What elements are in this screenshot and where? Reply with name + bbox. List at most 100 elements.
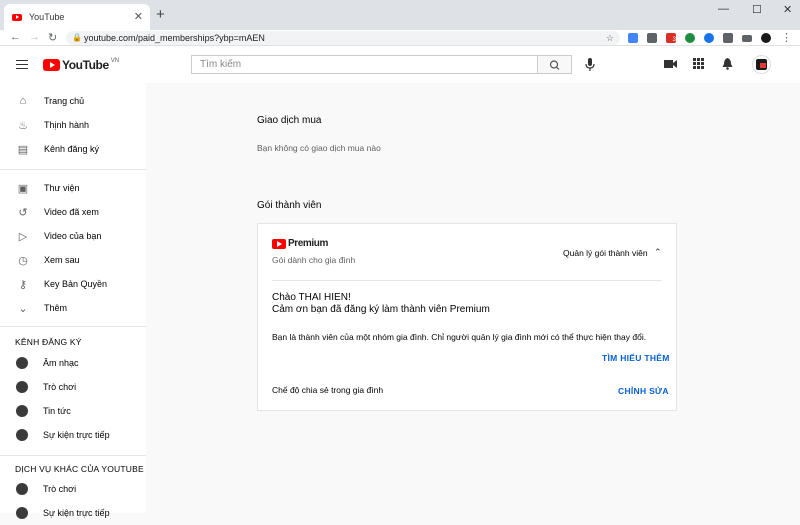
live-channel-icon [16,429,28,441]
sidebar-divider [0,326,146,327]
sidebar-item-your-videos[interactable]: ▷ Video của bạn [0,224,146,248]
youtube-play-icon [272,238,286,249]
greeting-text: Chào THAI HIEN! [272,292,351,303]
sidebar-item-trending[interactable]: ♨ Thịnh hành [0,113,146,137]
home-icon: ⌂ [19,95,27,107]
tab-title: YouTube [29,12,65,22]
sidebar-item-label: Âm nhạc [43,358,79,368]
back-icon[interactable]: ← [10,31,21,43]
playlist-icon[interactable] [742,35,752,42]
sidebar-item-label: Sự kiện trực tiếp [43,430,110,440]
chevron-up-icon[interactable]: ⌃ [654,247,662,258]
purchases-title: Giao dịch mua [257,115,322,126]
sidebar-item-gaming[interactable]: Trò chơi [0,375,146,399]
lock-icon: 🔒 [72,33,82,42]
translate-extension-icon[interactable] [628,33,638,43]
sidebar-item-music[interactable]: Âm nhạc [0,351,146,375]
forward-icon[interactable]: → [29,31,40,43]
history-icon: ↺ [18,206,28,219]
sidebar-item-label: Thịnh hành [44,120,90,130]
sidebar-item-label: Video đã xem [44,207,99,217]
sidebar-item-news[interactable]: Tin tức [0,399,146,423]
browser-menu-icon[interactable]: ⋮ [781,31,792,44]
sidebar-item-label: Key Bản Quyền [44,279,108,289]
sidebar-item-label: Kênh đăng ký [44,144,100,154]
gaming-service-icon [16,483,28,495]
premium-logo: Premium [272,238,328,249]
music-channel-icon [16,357,28,369]
sidebar-item-label: Sự kiện trực tiếp [43,508,110,518]
sidebar-item-label: Thư viện [44,183,80,193]
sidebar-item-live[interactable]: Sự kiện trực tiếp [0,423,146,447]
bookmark-star-icon[interactable]: ☆ [606,31,614,45]
vpn-extension-icon[interactable] [704,33,714,43]
family-sharing-label: Chế độ chia sẻ trong gia đình [272,385,384,395]
sidebar-item-label: Tin tức [43,406,71,416]
sidebar-item-label: Thêm [44,303,68,313]
microphone-icon[interactable] [585,58,595,71]
clock-icon: ◷ [18,254,28,267]
url-text: youtube.com/paid_memberships?ybp=mAEN [84,33,265,43]
subscriptions-icon: ▤ [17,143,29,156]
family-notice-text: Bạn là thành viên của một nhóm gia đình.… [272,332,647,342]
reload-icon[interactable]: ↻ [48,31,57,44]
sidebar-divider [0,169,146,170]
premium-logo-word: Premium [288,238,328,249]
create-video-icon[interactable] [664,58,677,70]
sidebar-item-live-service[interactable]: Sự kiện trực tiếp [0,501,146,525]
card-divider [272,280,662,281]
window-close-icon[interactable]: ✕ [783,3,792,16]
gaming-channel-icon [16,381,28,393]
your-videos-icon: ▷ [18,230,28,243]
edit-button[interactable]: CHỈNH SỬA [618,386,669,396]
thanks-text: Cảm ơn bạn đã đăng ký làm thành viên Pre… [272,304,490,315]
search-button[interactable] [538,55,572,74]
library-icon: ▣ [17,182,29,195]
chevron-down-icon: ⌄ [18,302,28,315]
notifications-bell-icon[interactable] [722,58,733,70]
sidebar-divider [0,455,146,456]
subscriptions-heading: KÊNH ĐĂNG KÝ [15,337,82,347]
sidebar-item-label: Trang chủ [44,96,85,106]
sidebar-item-gaming-service[interactable]: Trò chơi [0,477,146,501]
sidebar-item-subscriptions[interactable]: ▤ Kênh đăng ký [0,137,146,161]
sidebar-item-watch-later[interactable]: ◷ Xem sau [0,248,146,272]
puzzle-icon[interactable] [723,33,733,43]
mail-extension-icon[interactable] [647,33,657,43]
url-input[interactable]: 🔒 youtube.com/paid_memberships?ybp=mAEN … [66,31,620,45]
youtube-header: YouTube VN Tìm kiếm [0,46,800,83]
search-icon [549,60,560,70]
youtube-play-icon [43,59,60,71]
live-service-icon [16,507,28,519]
new-tab-icon[interactable]: + [156,6,165,23]
sidebar-item-history[interactable]: ↺ Video đã xem [0,200,146,224]
sidebar-item-library[interactable]: ▣ Thư viện [0,176,146,200]
profile-avatar-icon[interactable] [761,33,771,43]
sidebar-item-key[interactable]: ⚷ Key Bản Quyền [0,272,146,296]
sidebar-item-more[interactable]: ⌄ Thêm [0,296,146,320]
maximize-icon[interactable]: ☐ [752,3,762,16]
sidebar-item-home[interactable]: ⌂ Trang chủ [0,89,146,113]
browser-tab[interactable]: YouTube ✕ [4,4,150,30]
more-services-heading: DỊCH VỤ KHÁC CỦA YOUTUBE [15,464,144,474]
sidebar-item-label: Trò chơi [43,382,77,392]
manage-membership-button[interactable]: Quản lý gói thành viên [563,248,648,258]
search-input[interactable]: Tìm kiếm [191,55,538,74]
shield-extension-icon[interactable] [685,33,695,43]
apps-grid-icon[interactable] [693,58,704,69]
hamburger-menu-icon[interactable] [16,60,28,69]
browser-tab-bar: YouTube ✕ + — ☐ ✕ [0,0,800,30]
news-channel-icon [16,405,28,417]
logo-word: YouTube [62,58,109,72]
lastpass-extension-icon[interactable]: 3 [666,33,676,43]
tab-close-icon[interactable]: ✕ [134,10,143,23]
youtube-logo[interactable]: YouTube VN [43,58,119,72]
learn-more-link[interactable]: TÌM HIỂU THÊM [602,353,670,363]
minimize-icon[interactable]: — [718,3,729,15]
sidebar: ⌂ Trang chủ ♨ Thịnh hành ▤ Kênh đăng ký … [0,83,146,519]
memberships-title: Gói thành viên [257,200,322,211]
account-avatar[interactable] [752,55,771,74]
sidebar-item-label: Trò chơi [43,484,77,494]
address-bar-row: ← → ↻ 🔒 youtube.com/paid_memberships?ybp… [0,30,800,46]
youtube-favicon-icon [12,13,22,21]
